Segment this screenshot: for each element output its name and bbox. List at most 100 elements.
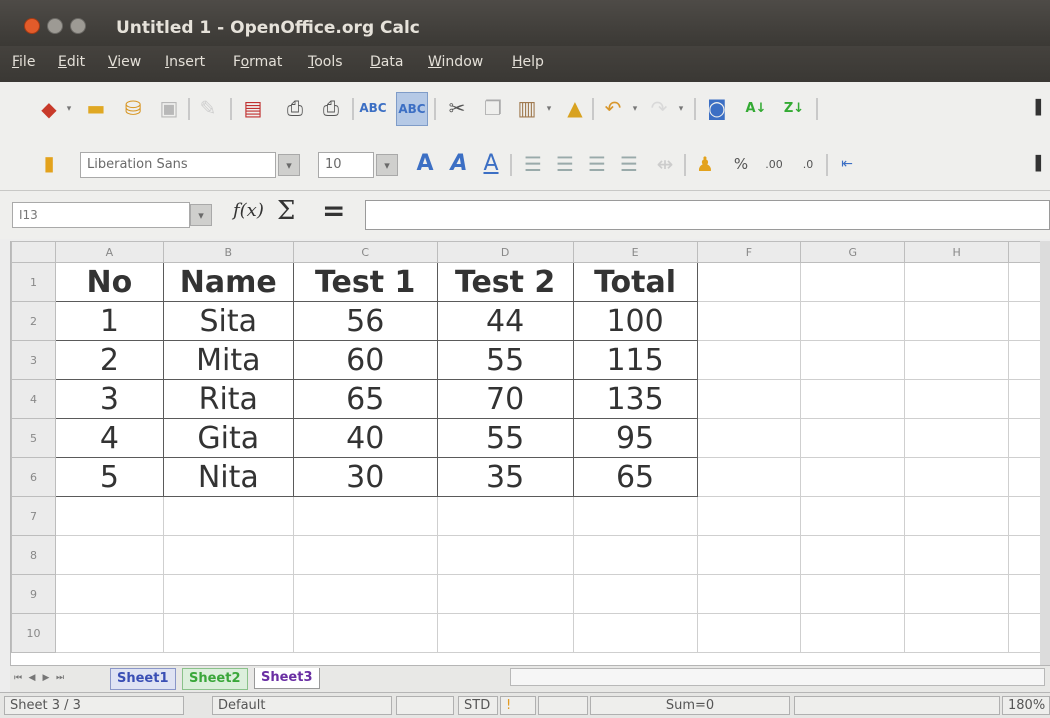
column-header-b[interactable]: B <box>162 241 294 263</box>
page-preview-icon[interactable]: ⎙ <box>318 94 344 122</box>
first-sheet-arrow-icon[interactable]: ⏮ <box>12 671 24 685</box>
cell-g2[interactable] <box>800 301 906 341</box>
column-header-c[interactable]: C <box>292 241 438 263</box>
font-name-combo[interactable]: Liberation Sans <box>80 152 276 178</box>
cell-a2[interactable]: 1 <box>54 301 164 341</box>
menu-window[interactable]: Window <box>428 54 483 70</box>
add-decimal-icon[interactable]: .00 <box>760 150 788 178</box>
cell-e8[interactable] <box>572 535 698 575</box>
clone-formatting-icon[interactable]: ▲ <box>562 94 588 122</box>
cell-b6[interactable]: Nita <box>162 457 294 497</box>
cell-d5[interactable]: 55 <box>436 418 574 458</box>
cell-f6[interactable] <box>696 457 802 497</box>
cell-g8[interactable] <box>800 535 906 575</box>
cell-c7[interactable] <box>292 496 438 536</box>
align-left-icon[interactable]: ☰ <box>520 150 546 178</box>
zoom-slider[interactable] <box>794 696 1000 715</box>
formula-input[interactable] <box>365 200 1050 230</box>
column-header-g[interactable]: G <box>800 241 906 263</box>
cell-a10[interactable] <box>54 613 164 653</box>
cell-c9[interactable] <box>292 574 438 614</box>
row-header-1[interactable]: 1 <box>11 262 56 302</box>
menu-insert[interactable]: Insert <box>165 54 205 70</box>
decrease-indent-icon[interactable]: ⇤ <box>834 150 860 178</box>
cell-i6[interactable] <box>1008 457 1041 497</box>
cell-e10[interactable] <box>572 613 698 653</box>
cell-g4[interactable] <box>800 379 906 419</box>
sheet-tab-2[interactable]: Sheet2 <box>182 668 248 690</box>
cell-d9[interactable] <box>436 574 574 614</box>
cell-f5[interactable] <box>696 418 802 458</box>
hyperlink-icon[interactable]: ◙ <box>704 94 730 122</box>
cell-d2[interactable]: 44 <box>436 301 574 341</box>
cell-e2[interactable]: 100 <box>572 301 698 341</box>
zoom-percent[interactable]: 180% <box>1002 696 1050 715</box>
copy-icon[interactable]: ❐ <box>480 94 506 122</box>
column-header-f[interactable]: F <box>696 241 802 263</box>
row-header-4[interactable]: 4 <box>11 379 56 419</box>
cell-h7[interactable] <box>904 496 1009 536</box>
horizontal-scrollbar[interactable] <box>510 668 1045 686</box>
cell-b9[interactable] <box>162 574 294 614</box>
redo-icon[interactable]: ↷ <box>646 94 672 122</box>
prev-sheet-arrow-icon[interactable]: ◀ <box>26 671 38 685</box>
cell-c3[interactable]: 60 <box>292 340 438 380</box>
next-sheet-arrow-icon[interactable]: ▶ <box>40 671 52 685</box>
sheet-tab-1[interactable]: Sheet1 <box>110 668 176 690</box>
dropdown-arrow-icon[interactable]: ▾ <box>64 104 74 114</box>
menu-edit[interactable]: Edit <box>58 54 85 70</box>
sheet-tab-3[interactable]: Sheet3 <box>254 668 320 689</box>
column-header-h[interactable]: H <box>904 241 1009 263</box>
cell-d4[interactable]: 70 <box>436 379 574 419</box>
cell-e9[interactable] <box>572 574 698 614</box>
cell-h5[interactable] <box>904 418 1009 458</box>
menu-file[interactable]: File <box>12 54 35 70</box>
cell-f2[interactable] <box>696 301 802 341</box>
menu-tools[interactable]: Tools <box>308 54 343 70</box>
cell-c6[interactable]: 30 <box>292 457 438 497</box>
cell-h3[interactable] <box>904 340 1009 380</box>
paste-icon[interactable]: ▥ <box>514 94 540 122</box>
font-name-dropdown-icon[interactable]: ▾ <box>278 154 300 176</box>
cell-e3[interactable]: 115 <box>572 340 698 380</box>
cell-i1[interactable] <box>1008 262 1041 302</box>
cell-g3[interactable] <box>800 340 906 380</box>
cell-i3[interactable] <box>1008 340 1041 380</box>
cell-f1[interactable] <box>696 262 802 302</box>
cell-e7[interactable] <box>572 496 698 536</box>
cell-f8[interactable] <box>696 535 802 575</box>
cell-h4[interactable] <box>904 379 1009 419</box>
close-window-button[interactable] <box>24 18 40 34</box>
cell-b4[interactable]: Rita <box>162 379 294 419</box>
auto-spellcheck-icon[interactable]: ABC <box>396 92 428 126</box>
cell-e5[interactable]: 95 <box>572 418 698 458</box>
column-header-d[interactable]: D <box>436 241 574 263</box>
save-icon[interactable]: ⛁ <box>120 94 146 122</box>
row-header-3[interactable]: 3 <box>11 340 56 380</box>
cell-c10[interactable] <box>292 613 438 653</box>
cell-d8[interactable] <box>436 535 574 575</box>
row-header-10[interactable]: 10 <box>11 613 56 653</box>
name-box-dropdown-icon[interactable]: ▾ <box>190 204 212 226</box>
cell-c8[interactable] <box>292 535 438 575</box>
cell-b5[interactable]: Gita <box>162 418 294 458</box>
redo-dropdown-icon[interactable]: ▾ <box>676 104 686 114</box>
vertical-scrollbar[interactable] <box>1040 241 1050 665</box>
menu-format[interactable]: Format <box>233 54 282 70</box>
edit-file-icon[interactable]: ▣ <box>156 94 182 122</box>
cut-icon[interactable]: ✂ <box>444 94 470 122</box>
cell-f3[interactable] <box>696 340 802 380</box>
cell-g7[interactable] <box>800 496 906 536</box>
cell-d1[interactable]: Test 2 <box>436 262 574 302</box>
cell-h9[interactable] <box>904 574 1009 614</box>
toolbar-overflow-icon-2[interactable]: ▌ <box>1036 150 1047 178</box>
row-header-8[interactable]: 8 <box>11 535 56 575</box>
cell-d10[interactable] <box>436 613 574 653</box>
delete-decimal-icon[interactable]: .0 <box>794 150 822 178</box>
column-header-e[interactable]: E <box>572 241 698 263</box>
function-button[interactable]: = <box>322 194 345 227</box>
cell-g9[interactable] <box>800 574 906 614</box>
bold-icon[interactable]: A <box>412 150 438 178</box>
cell-a5[interactable]: 4 <box>54 418 164 458</box>
function-wizard-button[interactable]: f(x) <box>233 200 264 221</box>
